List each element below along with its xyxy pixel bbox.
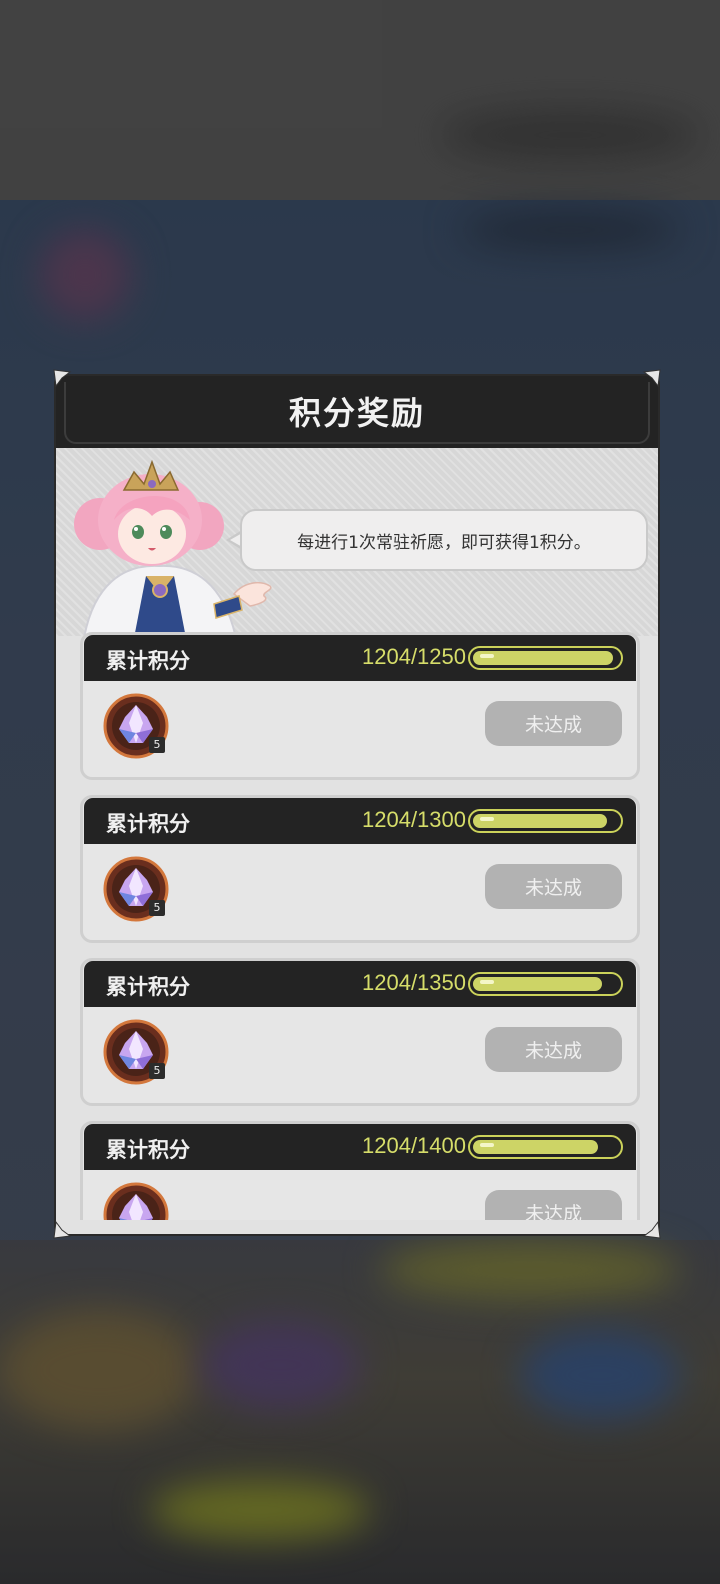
progress-bar — [468, 972, 623, 996]
milestone-card: 累计积分 1204/1350 5 未达成 — [80, 958, 640, 1106]
status-button[interactable]: 未达成 — [485, 864, 622, 909]
score-reward-dialog: 积分奖励 每进行1次常驻祈愿，即可获得1积分。 累计积分 1204/1250 5… — [52, 368, 662, 1240]
corner-ornament-icon — [642, 368, 662, 388]
milestone-card: 累计积分 1204/1250 5 未达成 — [80, 632, 640, 780]
milestone-label: 累计积分 — [106, 975, 190, 999]
dialog-header: 积分奖励 — [56, 376, 658, 448]
reward-item[interactable]: 5 — [103, 1182, 169, 1220]
speech-text: 每进行1次常驻祈愿，即可获得1积分。 — [297, 532, 591, 553]
speech-bubble: 每进行1次常驻祈愿，即可获得1积分。 — [240, 509, 648, 571]
milestone-header: 累计积分 1204/1350 — [84, 961, 636, 1007]
status-button[interactable]: 未达成 — [485, 1190, 622, 1220]
milestone-header: 累计积分 1204/1250 — [84, 635, 636, 681]
milestone-score: 1204/1250 — [362, 644, 466, 669]
milestone-card: 累计积分 1204/1300 5 未达成 — [80, 795, 640, 943]
milestone-list[interactable]: 累计积分 1204/1250 5 未达成 累计积分 1204/1300 5 未达… — [80, 632, 640, 1220]
progress-bar — [468, 1135, 623, 1159]
dialog-title: 积分奖励 — [288, 394, 425, 432]
reward-item[interactable]: 5 — [103, 693, 169, 759]
dialog-panel: 积分奖励 每进行1次常驻祈愿，即可获得1积分。 累计积分 1204/1250 5… — [54, 374, 660, 1236]
progress-fill — [473, 814, 608, 828]
milestone-header: 累计积分 1204/1400 — [84, 1124, 636, 1170]
milestone-label: 累计积分 — [106, 1138, 190, 1162]
milestone-score: 1204/1350 — [362, 970, 466, 995]
reward-count: 5 — [149, 1063, 165, 1079]
corner-ornament-icon — [52, 368, 72, 388]
reward-count: 5 — [149, 900, 165, 916]
crystal-icon — [103, 1182, 169, 1220]
milestone-card: 累计积分 1204/1400 未达成 — [80, 1121, 640, 1220]
reward-item[interactable]: 5 — [103, 1019, 169, 1085]
corner-ornament-icon — [52, 1220, 72, 1240]
reward-item[interactable]: 5 — [103, 856, 169, 922]
progress-fill — [473, 651, 613, 665]
corner-ornament-icon — [642, 1220, 662, 1240]
progress-bar — [468, 809, 623, 833]
status-button[interactable]: 未达成 — [485, 701, 622, 746]
progress-bar — [468, 646, 623, 670]
milestone-label: 累计积分 — [106, 812, 190, 836]
milestone-label: 累计积分 — [106, 649, 190, 673]
status-button[interactable]: 未达成 — [485, 1027, 622, 1072]
reward-count: 5 — [149, 737, 165, 753]
milestone-header: 累计积分 1204/1300 — [84, 798, 636, 844]
milestone-score: 1204/1300 — [362, 807, 466, 832]
milestone-score: 1204/1400 — [362, 1133, 466, 1158]
